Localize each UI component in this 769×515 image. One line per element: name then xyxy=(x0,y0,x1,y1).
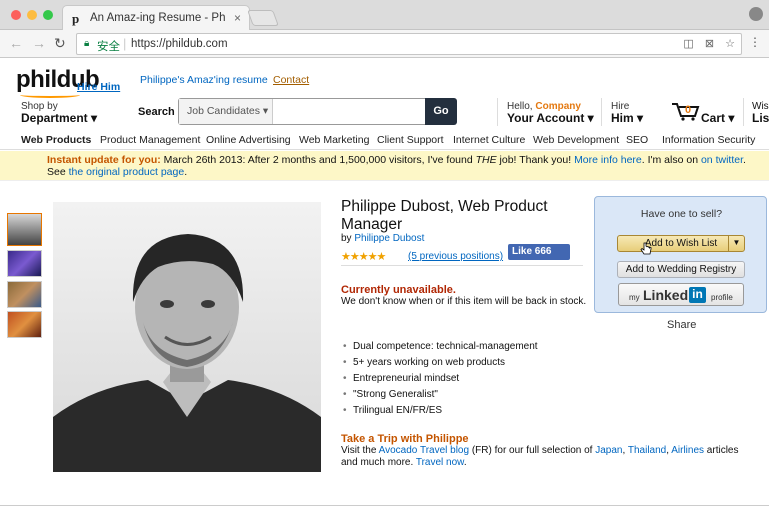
portrait-illustration xyxy=(53,234,321,472)
availability-message: We don't know when or if this item will … xyxy=(341,296,587,307)
like-label: Like 666 xyxy=(512,246,552,257)
nav-item[interactable]: Information Security xyxy=(662,134,755,146)
search-label: Search xyxy=(138,106,175,118)
search-category-select[interactable]: Job Candidates ▾ xyxy=(179,99,273,124)
availability-status: Currently unavailable. xyxy=(341,284,456,296)
resume-link[interactable]: Philippe's Amaz'ing resume xyxy=(140,74,268,86)
cart-icon[interactable]: 0 xyxy=(670,98,700,122)
original-page-link[interactable]: the original product page xyxy=(69,166,185,178)
facebook-like-button[interactable]: Like 666 xyxy=(508,244,570,260)
hand-cursor-icon xyxy=(640,242,652,255)
share-label[interactable]: Share xyxy=(667,319,696,331)
contact-link[interactable]: Contact xyxy=(273,74,309,86)
nav-item[interactable]: Internet Culture xyxy=(453,134,525,146)
author-link[interactable]: Philippe Dubost xyxy=(354,233,424,244)
department-menu[interactable]: Department ▾ xyxy=(21,111,97,125)
url-text: https://phildub.com xyxy=(131,38,228,50)
browser-menu-icon[interactable]: ⋮ xyxy=(749,35,761,49)
browser-tab[interactable]: p An Amaz-ing Resume - Philipp × xyxy=(62,5,250,31)
rating-stars-icon[interactable]: ★★★★★ xyxy=(341,250,386,263)
tab-close-icon[interactable]: × xyxy=(234,11,241,25)
travel-now-link[interactable]: Travel now xyxy=(416,457,464,468)
buy-box: Have one to sell? Add to Wish List ▼ Add… xyxy=(594,196,767,313)
logo-smile xyxy=(20,92,80,98)
list-item: Entrepreneurial mindset xyxy=(341,373,538,389)
search-go-button[interactable]: Go xyxy=(425,98,457,125)
more-info-link[interactable]: More info here xyxy=(574,154,642,166)
linkedin-profile-button[interactable]: my Linked in profile xyxy=(618,283,744,306)
reload-icon[interactable]: ↻ xyxy=(54,35,66,52)
tab-title: An Amaz-ing Resume - Philipp xyxy=(90,12,225,24)
your-account-menu[interactable]: Your Account ▾ xyxy=(507,111,594,125)
byline: by Philippe Dubost xyxy=(341,233,425,244)
nav-item[interactable]: Client Support xyxy=(377,134,444,146)
add-to-wish-list-button[interactable]: Add to Wish List ▼ xyxy=(617,235,745,252)
category-nav: Web Products Product Management Online A… xyxy=(0,131,769,150)
japan-link[interactable]: Japan xyxy=(595,445,622,456)
thumbnail-portrait[interactable] xyxy=(7,213,42,246)
list-item: Dual competence: technical-management xyxy=(341,341,538,357)
twitter-link[interactable]: on twitter xyxy=(701,154,743,166)
list-item: 5+ years working on web products xyxy=(341,357,538,373)
trip-heading: Take a Trip with Philippe xyxy=(341,433,469,445)
reviews-link[interactable]: (5 previous positions) xyxy=(408,251,503,262)
chevron-down-icon[interactable]: ▼ xyxy=(728,236,744,251)
add-to-wedding-registry-button[interactable]: Add to Wedding Registry xyxy=(617,261,745,278)
wish-list-menu[interactable]: Lis xyxy=(752,111,769,125)
cart-count: 0 xyxy=(685,104,691,116)
extension-icon[interactable]: ◫ xyxy=(683,38,693,50)
search-bar: Job Candidates ▾ xyxy=(178,98,426,125)
hire-him-link[interactable]: Hire Him xyxy=(77,81,120,93)
airlines-link[interactable]: Airlines xyxy=(671,445,704,456)
search-input[interactable] xyxy=(274,99,424,124)
nav-item[interactable]: Web Products xyxy=(21,134,91,146)
address-bar[interactable]: 🔒︎ 安全 | https://phildub.com ◫ ⊠ ☆ xyxy=(76,33,742,55)
nav-item[interactable]: Web Marketing xyxy=(299,134,369,146)
lock-icon: 🔒︎ xyxy=(84,38,90,49)
trip-text: Visit the Avocado Travel blog (FR) for o… xyxy=(341,445,739,468)
favicon-icon: p xyxy=(72,11,80,26)
nav-item[interactable]: Web Development xyxy=(533,134,619,146)
list-item: "Strong Generalist" xyxy=(341,389,538,405)
update-banner: Instant update for you: March 26th 2013:… xyxy=(0,151,769,181)
cart-menu[interactable]: Cart ▾ xyxy=(701,111,734,125)
product-photo[interactable] xyxy=(53,202,321,472)
hire-him-menu[interactable]: Him ▾ xyxy=(611,111,643,125)
feature-list: Dual competence: technical-management 5+… xyxy=(341,341,538,421)
close-window-icon[interactable] xyxy=(11,10,21,20)
buybox-title: Have one to sell? xyxy=(640,208,723,220)
maximize-window-icon[interactable] xyxy=(43,10,53,20)
translate-icon[interactable]: ⊠ xyxy=(705,38,714,50)
new-tab-button[interactable] xyxy=(247,10,279,26)
thumbnail-image[interactable] xyxy=(7,311,42,338)
forward-icon[interactable]: → xyxy=(32,35,46,51)
linkedin-icon: in xyxy=(689,287,706,303)
nav-item[interactable]: Product Management xyxy=(100,134,200,146)
travel-blog-link[interactable]: Avocado Travel blog xyxy=(379,445,469,456)
nav-item[interactable]: SEO xyxy=(626,134,648,146)
profile-icon[interactable] xyxy=(749,7,763,21)
secure-label: 安全 xyxy=(97,41,120,53)
nav-item[interactable]: Online Advertising xyxy=(206,134,291,146)
browser-toolbar: ← → ↻ 🔒︎ 安全 | https://phildub.com ◫ ⊠ ☆ … xyxy=(0,30,769,58)
minimize-window-icon[interactable] xyxy=(27,10,37,20)
browser-tab-bar: p An Amaz-ing Resume - Philipp × xyxy=(0,0,769,31)
bookmark-star-icon[interactable]: ☆ xyxy=(725,38,735,50)
product-title: Philippe Dubost, Web Product Manager xyxy=(341,198,548,233)
list-item: Trilingual EN/FR/ES xyxy=(341,405,538,421)
back-icon[interactable]: ← xyxy=(9,35,23,51)
thumbnail-image[interactable] xyxy=(7,250,42,277)
thumbnail-image[interactable] xyxy=(7,281,42,308)
thailand-link[interactable]: Thailand xyxy=(628,445,666,456)
